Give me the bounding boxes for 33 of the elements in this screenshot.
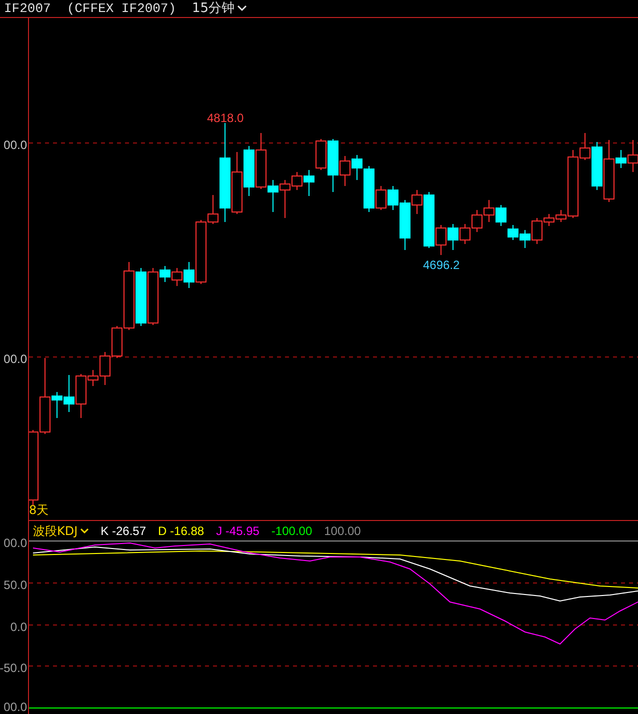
indicator-axis-label: 50.0 (4, 579, 27, 591)
indicator-value: J -45.95 (216, 522, 260, 540)
candlestick (304, 170, 314, 196)
price-axis-label: 00.0 (4, 137, 27, 154)
price-axis-label: 00.0 (4, 351, 27, 368)
candlestick (472, 210, 482, 232)
candlestick (64, 374, 74, 412)
price-extreme-label: 4818.0 (207, 110, 244, 127)
indicator-dropdown[interactable]: 波段KDJ (33, 522, 89, 540)
candlestick (508, 224, 518, 240)
period-dropdown[interactable]: 15分钟 (192, 0, 247, 18)
chevron-down-icon (80, 528, 89, 534)
candlestick (520, 230, 530, 248)
indicator-axis-label: -50.0 (0, 662, 27, 674)
candlestick (448, 224, 458, 250)
symbol-label: IF2007 (4, 0, 51, 18)
candlestick (172, 268, 182, 286)
indicator-axis-label: 00.0 (4, 701, 27, 713)
candlestick (484, 200, 494, 222)
price-extreme-label: 4696.2 (423, 257, 460, 274)
indicator-value: 100.00 (324, 522, 361, 540)
exchange-label: (CFFEX IF2007) (66, 0, 176, 18)
indicator-axis-label: 00.0 (4, 537, 27, 549)
indicator-value: D -16.88 (158, 522, 204, 540)
indicator-value: -100.00 (271, 522, 312, 540)
chevron-down-icon (236, 5, 247, 12)
candlestick (496, 204, 506, 226)
candlestick (244, 146, 254, 196)
candlestick (460, 224, 470, 244)
candlestick (136, 268, 146, 326)
period-label: 8天 (29, 502, 49, 519)
indicator-value: K -26.57 (100, 522, 146, 540)
indicator-axis-label: 0.0 (10, 621, 27, 633)
